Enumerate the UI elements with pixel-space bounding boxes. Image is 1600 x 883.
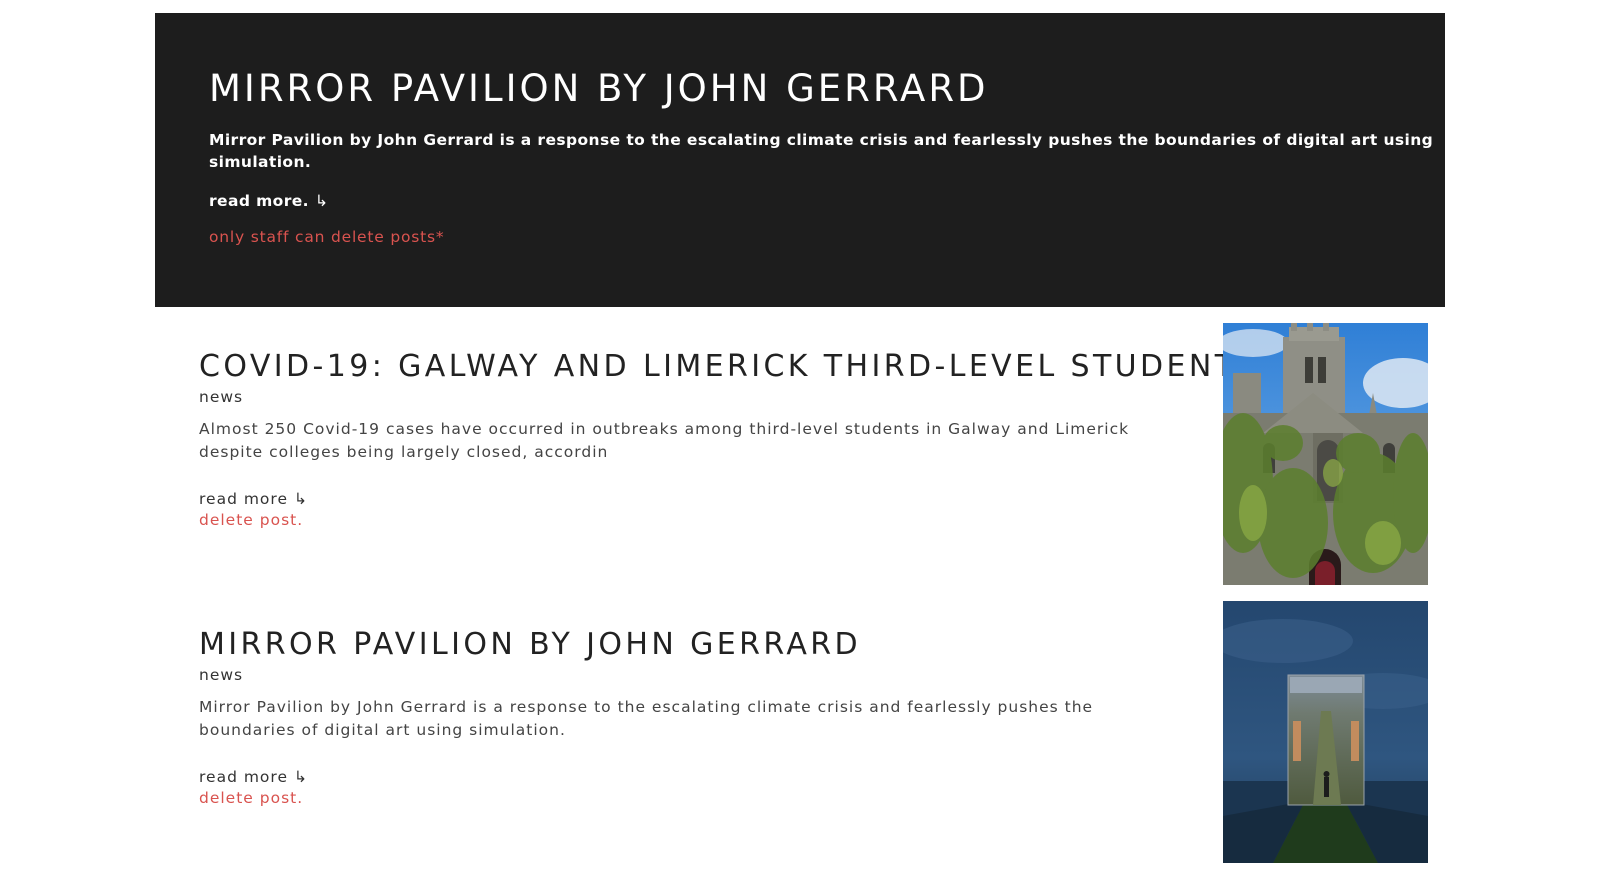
hero-read-more-label: read more. [209, 192, 309, 210]
post-thumbnail[interactable] [1223, 323, 1428, 585]
delete-post-link[interactable]: delete post. [199, 789, 303, 807]
post-excerpt: Mirror Pavilion by John Gerrard is a res… [199, 698, 1094, 739]
hero-read-more-link[interactable]: read more. ↳ [209, 192, 328, 210]
post-card: MIRROR PAVILION BY JOHN GERRARD news Mir… [199, 601, 1429, 863]
gothic-ivy-building-image [1223, 323, 1428, 585]
post-card: COVID-19: GALWAY AND LIMERICK THIRD-LEVE… [199, 323, 1429, 585]
post-excerpt: Almost 250 Covid-19 cases have occurred … [199, 420, 1130, 461]
hero-banner: MIRROR PAVILION BY JOHN GERRARD Mirror P… [155, 13, 1445, 307]
read-more-label: read more [199, 768, 288, 786]
staff-note: only staff can delete posts* [209, 228, 445, 246]
arrow-down-right-icon: ↳ [293, 768, 308, 786]
hero-description: Mirror Pavilion by John Gerrard is a res… [209, 131, 1434, 171]
hero-title: MIRROR PAVILION BY JOHN GERRARD [209, 67, 989, 110]
arrow-down-right-icon: ↳ [314, 192, 329, 210]
read-more-label: read more [199, 490, 288, 508]
read-more-link[interactable]: read more ↳ [199, 768, 308, 786]
post-thumbnail[interactable] [1223, 601, 1428, 863]
delete-post-link[interactable]: delete post. [199, 511, 303, 529]
read-more-link[interactable]: read more ↳ [199, 490, 308, 508]
arrow-down-right-icon: ↳ [293, 490, 308, 508]
mirror-pavilion-image [1223, 601, 1428, 863]
